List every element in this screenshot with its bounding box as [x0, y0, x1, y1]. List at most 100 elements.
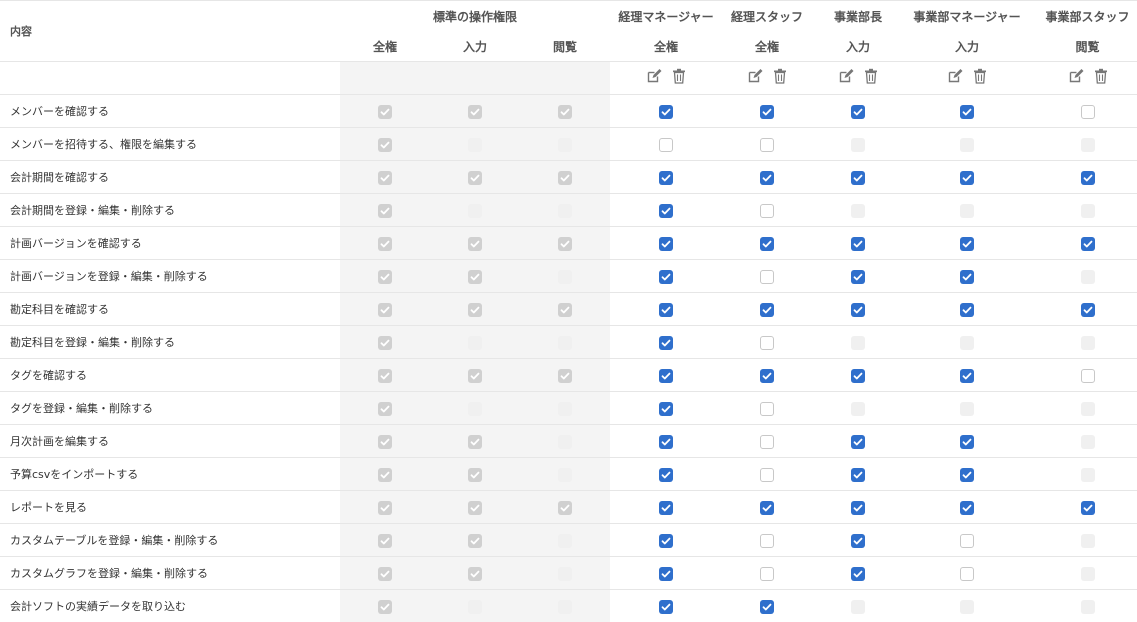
role-checkbox[interactable] — [960, 303, 974, 317]
standard-checkbox — [468, 204, 482, 218]
trash-icon[interactable] — [864, 68, 878, 84]
role-checkbox[interactable] — [760, 369, 774, 383]
role-checkbox[interactable] — [1081, 369, 1095, 383]
role-checkbox[interactable] — [659, 600, 673, 614]
standard-checkbox — [378, 237, 392, 251]
standard-checkbox — [468, 171, 482, 185]
edit-icon[interactable] — [947, 68, 963, 84]
trash-icon[interactable] — [672, 68, 686, 84]
trash-icon[interactable] — [973, 68, 987, 84]
role-checkbox[interactable] — [760, 567, 774, 581]
role-level-3: 入力 — [812, 31, 904, 62]
permission-label: メンバーを招待する、権限を編集する — [0, 128, 340, 161]
edit-icon[interactable] — [1068, 68, 1084, 84]
trash-icon[interactable] — [773, 68, 787, 84]
standard-checkbox — [558, 435, 572, 449]
standard-checkbox — [468, 303, 482, 317]
role-checkbox[interactable] — [760, 435, 774, 449]
role-checkbox — [960, 336, 974, 350]
role-checkbox[interactable] — [659, 303, 673, 317]
role-checkbox[interactable] — [1081, 501, 1095, 515]
role-checkbox[interactable] — [760, 501, 774, 515]
role-checkbox[interactable] — [659, 105, 673, 119]
role-checkbox — [1081, 138, 1095, 152]
edit-icon[interactable] — [646, 68, 662, 84]
role-checkbox[interactable] — [760, 171, 774, 185]
standard-checkbox — [378, 468, 392, 482]
role-checkbox[interactable] — [760, 204, 774, 218]
role-checkbox[interactable] — [960, 105, 974, 119]
role-checkbox[interactable] — [1081, 171, 1095, 185]
permission-label: レポートを見る — [0, 491, 340, 524]
role-checkbox[interactable] — [960, 369, 974, 383]
role-checkbox[interactable] — [659, 468, 673, 482]
role-checkbox[interactable] — [659, 138, 673, 152]
role-checkbox[interactable] — [659, 567, 673, 581]
role-checkbox[interactable] — [1081, 237, 1095, 251]
role-checkbox[interactable] — [760, 402, 774, 416]
role-checkbox[interactable] — [960, 534, 974, 548]
role-checkbox[interactable] — [760, 105, 774, 119]
standard-checkbox — [558, 600, 572, 614]
role-checkbox[interactable] — [659, 435, 673, 449]
role-checkbox[interactable] — [760, 600, 774, 614]
role-checkbox — [1081, 534, 1095, 548]
role-checkbox[interactable] — [659, 237, 673, 251]
role-checkbox[interactable] — [851, 303, 865, 317]
standard-checkbox — [378, 600, 392, 614]
role-checkbox[interactable] — [960, 171, 974, 185]
role-checkbox[interactable] — [760, 534, 774, 548]
role-checkbox[interactable] — [851, 171, 865, 185]
role-checkbox[interactable] — [1081, 105, 1095, 119]
role-checkbox[interactable] — [851, 435, 865, 449]
role-checkbox[interactable] — [659, 369, 673, 383]
standard-checkbox — [468, 501, 482, 515]
role-checkbox[interactable] — [960, 468, 974, 482]
edit-icon[interactable] — [747, 68, 763, 84]
role-checkbox[interactable] — [760, 138, 774, 152]
role-checkbox[interactable] — [960, 270, 974, 284]
role-checkbox[interactable] — [659, 534, 673, 548]
role-checkbox[interactable] — [659, 270, 673, 284]
standard-checkbox — [468, 534, 482, 548]
standard-checkbox — [468, 600, 482, 614]
role-checkbox[interactable] — [760, 270, 774, 284]
role-actions-3 — [812, 62, 904, 95]
trash-icon[interactable] — [1094, 68, 1108, 84]
role-actions-1 — [610, 62, 722, 95]
role-checkbox[interactable] — [659, 402, 673, 416]
role-checkbox[interactable] — [760, 468, 774, 482]
role-checkbox[interactable] — [960, 435, 974, 449]
role-checkbox[interactable] — [760, 303, 774, 317]
standard-checkbox — [468, 435, 482, 449]
role-checkbox[interactable] — [960, 237, 974, 251]
role-checkbox[interactable] — [851, 468, 865, 482]
role-header-2: 経理スタッフ — [722, 1, 812, 32]
role-checkbox[interactable] — [851, 270, 865, 284]
table-row: タグを登録・編集・削除する — [0, 392, 1137, 425]
role-checkbox — [1081, 567, 1095, 581]
role-level-2: 全権 — [722, 31, 812, 62]
role-checkbox[interactable] — [1081, 303, 1095, 317]
role-checkbox[interactable] — [851, 369, 865, 383]
permission-label: メンバーを確認する — [0, 95, 340, 128]
role-checkbox[interactable] — [851, 105, 865, 119]
role-checkbox[interactable] — [851, 534, 865, 548]
standard-col-input: 入力 — [430, 31, 520, 62]
role-checkbox[interactable] — [851, 501, 865, 515]
role-checkbox[interactable] — [659, 171, 673, 185]
role-checkbox[interactable] — [960, 567, 974, 581]
role-checkbox[interactable] — [851, 567, 865, 581]
role-checkbox[interactable] — [960, 501, 974, 515]
role-checkbox[interactable] — [659, 336, 673, 350]
role-checkbox — [851, 138, 865, 152]
standard-checkbox — [378, 369, 392, 383]
role-checkbox[interactable] — [851, 237, 865, 251]
standard-checkbox — [468, 402, 482, 416]
role-checkbox[interactable] — [659, 501, 673, 515]
role-checkbox[interactable] — [760, 336, 774, 350]
role-checkbox[interactable] — [659, 204, 673, 218]
role-checkbox[interactable] — [760, 237, 774, 251]
edit-icon[interactable] — [838, 68, 854, 84]
role-checkbox — [960, 138, 974, 152]
